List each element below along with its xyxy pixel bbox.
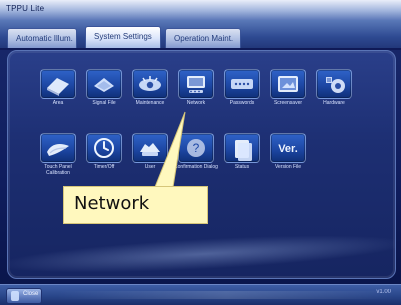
tab-system-settings[interactable]: System Settings: [85, 26, 161, 48]
tab-automatic[interactable]: Automatic Illum.: [7, 28, 77, 48]
touch-panel-label: Touch Panel Calibration: [44, 164, 72, 176]
status-bar: Close v1.00: [0, 284, 401, 305]
title-bar: TPPU Lite: [0, 0, 401, 21]
timer-tile[interactable]: Timer/Off: [86, 133, 122, 170]
passwords-tile[interactable]: Passwords: [224, 69, 260, 106]
screensaver-label: Screensaver: [273, 100, 303, 106]
network-tile[interactable]: Network: [178, 69, 214, 106]
close-icon: [11, 291, 19, 301]
user-tile[interactable]: User: [132, 133, 168, 170]
area-tile[interactable]: Area: [40, 69, 76, 106]
signal-file-label: Signal File: [92, 100, 116, 106]
signal-file-tile[interactable]: Signal File: [86, 69, 122, 106]
settings-panel: Area Signal File Maintenance Network Pas…: [7, 50, 396, 279]
touch-panel-tile[interactable]: Touch Panel Calibration: [40, 133, 76, 176]
passwords-label: Passwords: [229, 100, 255, 106]
area-label: Area: [52, 100, 64, 106]
version-badge-text: Ver.: [278, 143, 298, 155]
status-right-text: v1.00: [376, 289, 391, 295]
version-file-label: Version File: [274, 164, 302, 170]
tab-strip: Automatic Illum. System Settings Operati…: [0, 20, 401, 50]
timer-label: Timer/Off: [93, 164, 115, 170]
close-label: Close: [23, 291, 39, 297]
network-callout-text: Network: [74, 193, 150, 214]
network-label: Network: [186, 100, 206, 106]
application-screen: TPPU Lite Automatic Illum. System Settin…: [0, 0, 401, 305]
user-label: User: [144, 164, 156, 170]
close-button[interactable]: Close: [6, 288, 42, 304]
status-glow: [56, 291, 396, 299]
status-tile[interactable]: Status: [224, 133, 260, 170]
decorative-wave: [8, 228, 395, 278]
hardware-tile[interactable]: Hardware: [316, 69, 352, 106]
screensaver-tile[interactable]: Screensaver: [270, 69, 306, 106]
status-label: Status: [234, 164, 250, 170]
hardware-label: Hardware: [323, 100, 345, 106]
confirmation-dialog-tile[interactable]: ? Confirmation Dialog: [174, 133, 218, 170]
version-file-tile[interactable]: Ver. Version File: [270, 133, 306, 170]
confirmation-dialog-label: Confirmation Dialog: [174, 164, 218, 170]
tab-operation[interactable]: Operation Maint.: [165, 28, 241, 48]
maintenance-label: Maintenance: [135, 100, 165, 106]
maintenance-tile[interactable]: Maintenance: [132, 69, 168, 106]
svg-text:?: ?: [193, 141, 200, 155]
window-title: TPPU Lite: [6, 4, 45, 13]
network-callout: Network: [63, 186, 208, 224]
